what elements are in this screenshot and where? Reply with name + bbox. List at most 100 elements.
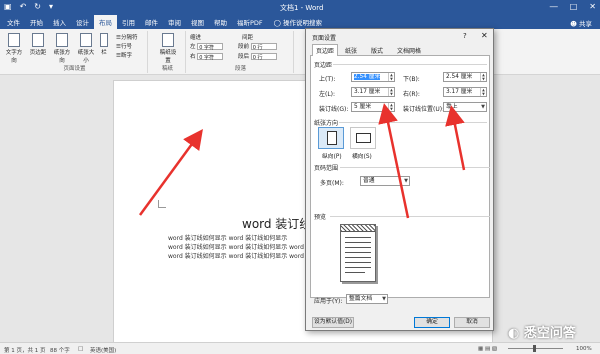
watermark-text: 悉空问答 xyxy=(523,326,576,341)
proofing-icon[interactable]: □ xyxy=(78,346,83,352)
landscape-label: 横向(S) xyxy=(352,154,372,160)
tab-help[interactable]: 帮助 xyxy=(209,15,232,29)
view-mode-icons[interactable]: ▦ ▤ ▧ xyxy=(478,346,497,352)
page-count[interactable]: 第 1 页，共 1 页 xyxy=(4,346,46,354)
tab-references[interactable]: 引用 xyxy=(117,15,140,29)
maximize-icon[interactable]: □ xyxy=(570,2,578,11)
spinner-arrows-icon[interactable]: ▲ ▼ xyxy=(480,88,486,96)
line-numbers-button[interactable]: ☰行号 xyxy=(116,42,132,50)
text-direction-button[interactable]: 文字方向 xyxy=(4,33,24,64)
preview-line xyxy=(345,242,371,243)
share-button[interactable]: ☻ 共享 xyxy=(570,18,592,28)
draft-settings-icon xyxy=(162,33,174,47)
gutter-hatch xyxy=(341,225,375,232)
multiple-pages-value: 普通 xyxy=(363,178,375,184)
hyphenation-label: 断字 xyxy=(120,53,132,59)
tab-foxit-pdf[interactable]: 福昕PDF xyxy=(232,15,268,29)
margins-icon xyxy=(32,33,44,47)
indent-left-control[interactable]: 左 0 字符 xyxy=(190,42,224,51)
portrait-option[interactable] xyxy=(318,127,344,149)
spacing-after-input[interactable]: 0 行 xyxy=(250,53,277,61)
top-margin-input[interactable]: 2.54 厘米 ▲ ▼ xyxy=(351,72,395,82)
orientation-label: 纸张方向 xyxy=(53,50,71,64)
tab-margins[interactable]: 页边距 xyxy=(312,44,339,56)
bottom-margin-input[interactable]: 2.54 厘米 ▲ ▼ xyxy=(443,72,487,82)
cancel-button[interactable]: 取消 xyxy=(454,317,490,328)
tab-layout[interactable]: 版式 xyxy=(368,45,386,56)
set-default-button[interactable]: 设为默认值(D) xyxy=(312,317,354,328)
indent-right-control[interactable]: 右 0 字符 xyxy=(190,52,224,61)
indent-left-label: 左 xyxy=(190,44,196,50)
tab-layout[interactable]: 布局 xyxy=(94,15,117,29)
redo-icon[interactable]: ↻ xyxy=(34,2,41,11)
spacing-title: 间距 xyxy=(242,35,254,41)
spinner-arrows-icon[interactable]: ▲ ▼ xyxy=(388,103,394,111)
close-icon[interactable]: ✕ xyxy=(589,2,596,11)
gutter-position-label: 装订线位置(U): xyxy=(403,106,445,113)
breaks-button[interactable]: ☰分隔符 xyxy=(116,33,137,41)
close-icon[interactable]: ✕ xyxy=(481,31,488,40)
spinner-arrows-icon[interactable]: ▲ ▼ xyxy=(480,73,486,81)
lightbulb-icon: ◯ xyxy=(273,19,284,27)
preview-line xyxy=(345,272,365,273)
columns-button[interactable]: 栏 xyxy=(98,33,110,56)
customize-icon[interactable]: ▾ xyxy=(49,2,53,11)
tab-insert[interactable]: 插入 xyxy=(48,15,71,29)
spinner-arrows-icon[interactable]: ▲ ▼ xyxy=(388,73,394,81)
paragraph-group: 缩进 间距 左 0 字符 右 0 字符 段前 0 行 段后 0 行 段落 xyxy=(188,31,294,73)
spacing-after-control[interactable]: 段后 0 行 xyxy=(238,52,277,61)
word-count[interactable]: 88 个字 xyxy=(50,346,70,354)
watermark-logo: ◐ 悉空问答 xyxy=(508,322,576,341)
tab-review[interactable]: 审阅 xyxy=(163,15,186,29)
landscape-option[interactable] xyxy=(350,127,376,149)
apply-to-select[interactable]: 整篇文档 ▼ xyxy=(346,294,388,304)
multiple-pages-select[interactable]: 普通 ▼ xyxy=(360,176,410,186)
right-margin-value: 3.17 厘米 xyxy=(446,89,473,95)
tab-view[interactable]: 视图 xyxy=(186,15,209,29)
tab-mailings[interactable]: 邮件 xyxy=(140,15,163,29)
right-margin-label: 右(R): xyxy=(403,91,420,98)
draft-settings-label: 稿纸设置 xyxy=(159,50,177,64)
apply-to-value: 整篇文档 xyxy=(349,296,373,302)
zoom-slider-handle[interactable] xyxy=(533,345,536,352)
help-icon[interactable]: ? xyxy=(463,32,467,40)
indent-right-label: 右 xyxy=(190,54,196,60)
undo-icon[interactable]: ↶ xyxy=(20,2,27,11)
left-margin-input[interactable]: 3.17 厘米 ▲ ▼ xyxy=(351,87,395,97)
margins-button[interactable]: 页边距 xyxy=(28,33,48,56)
document-line: word 装订线如何显示 word 装订线如何显示 word xyxy=(168,244,304,251)
orientation-section-title: 纸张方向 xyxy=(314,120,339,127)
preview-line xyxy=(345,262,371,263)
hyphenation-button[interactable]: ☰断字 xyxy=(116,51,132,59)
spacing-before-control[interactable]: 段前 0 行 xyxy=(238,42,277,51)
draft-settings-button[interactable]: 稿纸设置 xyxy=(158,33,178,64)
breaks-label: 分隔符 xyxy=(120,35,138,41)
indent-left-input[interactable]: 0 字符 xyxy=(197,43,224,51)
right-margin-input[interactable]: 3.17 厘米 ▲ ▼ xyxy=(443,87,487,97)
size-button[interactable]: 纸张大小 xyxy=(76,33,96,64)
spacing-before-input[interactable]: 0 行 xyxy=(250,43,277,51)
tab-file[interactable]: 文件 xyxy=(2,15,25,29)
text-direction-label: 文字方向 xyxy=(5,50,23,64)
multiple-pages-label: 多页(M): xyxy=(320,180,344,187)
tab-design[interactable]: 设计 xyxy=(71,15,94,29)
tab-document-grid[interactable]: 文档网格 xyxy=(394,45,424,56)
tab-home[interactable]: 开始 xyxy=(25,15,48,29)
page-setup-group-label: 页面设置 xyxy=(63,66,86,72)
quick-access-toolbar: ▣ ↶ ↻ ▾ xyxy=(4,2,53,11)
portrait-label: 纵向(P) xyxy=(322,154,342,160)
language[interactable]: 英语(美国) xyxy=(90,346,116,354)
divider xyxy=(333,64,487,65)
spinner-arrows-icon[interactable]: ▲ ▼ xyxy=(388,88,394,96)
orientation-button[interactable]: 纸张方向 xyxy=(52,33,72,64)
minimize-icon[interactable]: ― xyxy=(550,2,558,11)
save-icon[interactable]: ▣ xyxy=(4,2,12,11)
gutter-input[interactable]: 5 厘米 ▲ ▼ xyxy=(351,102,395,112)
indent-right-input[interactable]: 0 字符 xyxy=(197,53,224,61)
gutter-position-select[interactable]: 靠上 ▼ xyxy=(443,102,487,112)
page-preview xyxy=(340,224,376,282)
tab-paper[interactable]: 纸张 xyxy=(342,45,360,56)
zoom-level[interactable]: 100% xyxy=(576,346,592,352)
ok-button[interactable]: 确定 xyxy=(414,317,450,328)
line-numbers-label: 行号 xyxy=(120,44,132,50)
